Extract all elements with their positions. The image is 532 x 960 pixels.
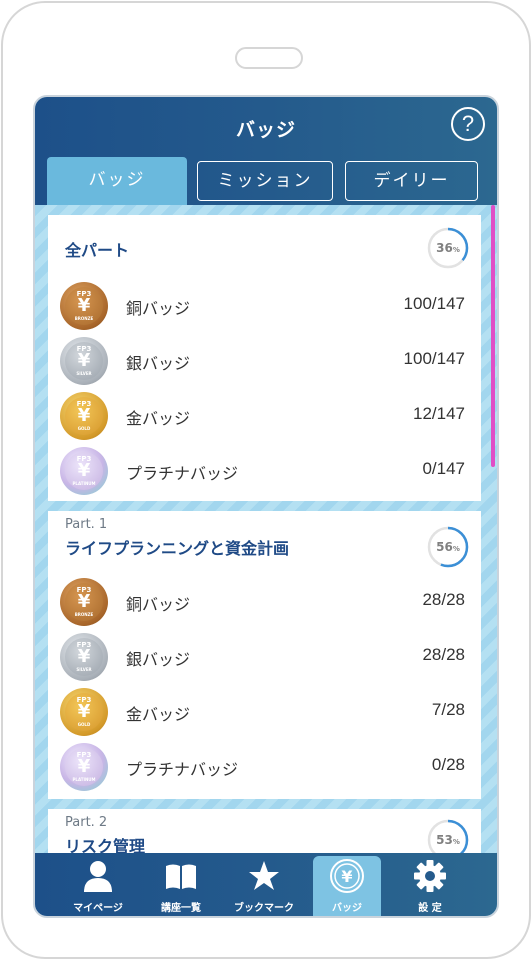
progress-value: 36 xyxy=(436,241,453,255)
badge-row[interactable]: FP3 ¥ SILVER 銀バッジ 28/28 xyxy=(48,632,481,682)
coin-symbol: ¥ xyxy=(77,756,91,777)
coin-word: GOLD xyxy=(77,426,91,431)
nav-settings[interactable]: 設 定 xyxy=(389,853,471,916)
scrollbar[interactable] xyxy=(491,205,495,467)
progress-unit: % xyxy=(452,545,460,553)
progress-ring: 53% xyxy=(427,819,469,857)
badge-row[interactable]: FP3 ¥ SILVER 銀バッジ 100/147 xyxy=(48,336,481,386)
nav-bookmark[interactable]: ブックマーク xyxy=(223,853,305,916)
nav-courses[interactable]: 講座一覧 xyxy=(140,853,222,916)
progress-value: 53 xyxy=(436,833,453,847)
badge-count: 7/28 xyxy=(431,700,465,719)
badge-row[interactable]: FP3 ¥ GOLD 金バッジ 12/147 xyxy=(48,391,481,441)
svg-text:¥: ¥ xyxy=(341,867,352,886)
platinum-badge-icon: FP3 ¥ PLATINUM xyxy=(60,447,108,495)
section-card: 全パート 36% FP3 ¥ BRONZE 銅バッジ 100/147 FP3 ¥ SIL… xyxy=(48,215,481,501)
section-title: ライフプランニングと資金計画 xyxy=(65,539,290,558)
badge-count: 100/147 xyxy=(403,349,465,368)
progress-value: 56 xyxy=(436,540,453,554)
silver-badge-icon: FP3 ¥ SILVER xyxy=(60,337,108,385)
section-title: 全パート xyxy=(65,241,130,260)
bronze-badge-icon: FP3 ¥ BRONZE xyxy=(60,578,108,626)
badge-count: 12/147 xyxy=(413,404,465,423)
star-icon xyxy=(249,861,279,890)
book-icon xyxy=(166,864,196,889)
part-label: Part. 2 xyxy=(65,815,108,830)
badge-row[interactable]: FP3 ¥ PLATINUM プラチナバッジ 0/147 xyxy=(48,446,481,496)
phone-speaker xyxy=(235,47,303,69)
coin-word: GOLD xyxy=(77,722,91,727)
nav-label: 設 定 xyxy=(418,903,442,914)
nav-mypage[interactable]: マイページ xyxy=(57,853,139,916)
nav-label: 講座一覧 xyxy=(161,903,201,914)
badge-name: プラチナバッジ xyxy=(126,760,239,779)
coin-word: SILVER xyxy=(76,667,92,672)
bronze-badge-icon: FP3 ¥ BRONZE xyxy=(60,282,108,330)
coin-symbol: ¥ xyxy=(77,460,91,481)
badge-name: 銅バッジ xyxy=(126,299,191,318)
silver-badge-icon: FP3 ¥ SILVER xyxy=(60,633,108,681)
tab-daily[interactable]: デイリー xyxy=(345,161,478,201)
part-label: Part. 1 xyxy=(65,517,108,532)
app-screen: バッジ ? バッジ ミッション デイリー 全パート 36% FP3 ¥ BRONZE… xyxy=(33,95,499,918)
progress-ring: 36% xyxy=(427,227,469,269)
coin-word: BRONZE xyxy=(74,612,94,617)
tab-badge[interactable]: バッジ xyxy=(47,157,187,205)
progress-ring: 56% xyxy=(427,526,469,568)
badge-count: 100/147 xyxy=(403,294,465,313)
badge-row[interactable]: FP3 ¥ PLATINUM プラチナバッジ 0/28 xyxy=(48,742,481,792)
coin-symbol: ¥ xyxy=(77,646,91,667)
badge-name: 銅バッジ xyxy=(126,595,191,614)
badge-name: プラチナバッジ xyxy=(126,464,239,483)
nav-badge[interactable]: ¥ バッジ xyxy=(313,856,381,916)
person-icon xyxy=(84,861,112,892)
badge-row[interactable]: FP3 ¥ GOLD 金バッジ 7/28 xyxy=(48,687,481,737)
badge-row[interactable]: FP3 ¥ BRONZE 銅バッジ 100/147 xyxy=(48,281,481,331)
badge-name: 金バッジ xyxy=(126,409,191,428)
progress-unit: % xyxy=(452,246,460,254)
coin-word: PLATINUM xyxy=(72,481,96,486)
bottom-nav: マイページ 講座一覧 ブックマーク ¥ バッジ 設 定 xyxy=(35,853,497,916)
badge-coin-icon: ¥ xyxy=(330,859,364,893)
badge-count: 0/28 xyxy=(431,755,465,774)
header: バッジ ? バッジ ミッション デイリー xyxy=(35,97,497,209)
coin-word: BRONZE xyxy=(74,316,94,321)
section-card: Part. 2 リスク管理 53% xyxy=(48,809,481,857)
nav-label: マイページ xyxy=(73,903,123,914)
page-title: バッジ xyxy=(235,119,296,141)
coin-symbol: ¥ xyxy=(77,591,91,612)
badge-name: 銀バッジ xyxy=(126,650,191,669)
badge-name: 金バッジ xyxy=(126,705,191,724)
badge-name: 銀バッジ xyxy=(126,354,191,373)
help-button[interactable]: ? xyxy=(451,107,485,141)
coin-symbol: ¥ xyxy=(77,295,91,316)
gold-badge-icon: FP3 ¥ GOLD xyxy=(60,392,108,440)
badge-row[interactable]: FP3 ¥ BRONZE 銅バッジ 28/28 xyxy=(48,577,481,627)
progress-unit: % xyxy=(452,838,460,846)
nav-label: バッジ xyxy=(332,903,362,914)
section-card: Part. 1 ライフプランニングと資金計画 56% FP3 ¥ BRONZE 銅バ… xyxy=(48,511,481,799)
coin-word: SILVER xyxy=(76,371,92,376)
platinum-badge-icon: FP3 ¥ PLATINUM xyxy=(60,743,108,791)
coin-symbol: ¥ xyxy=(77,701,91,722)
coin-symbol: ¥ xyxy=(77,405,91,426)
gold-badge-icon: FP3 ¥ GOLD xyxy=(60,688,108,736)
coin-symbol: ¥ xyxy=(77,350,91,371)
badge-count: 0/147 xyxy=(422,459,465,478)
tab-mission[interactable]: ミッション xyxy=(197,161,333,201)
gear-icon xyxy=(414,860,446,892)
badge-list[interactable]: 全パート 36% FP3 ¥ BRONZE 銅バッジ 100/147 FP3 ¥ SIL… xyxy=(35,205,497,857)
badge-count: 28/28 xyxy=(422,590,465,609)
coin-word: PLATINUM xyxy=(72,777,96,782)
badge-count: 28/28 xyxy=(422,645,465,664)
nav-label: ブックマーク xyxy=(234,903,294,914)
